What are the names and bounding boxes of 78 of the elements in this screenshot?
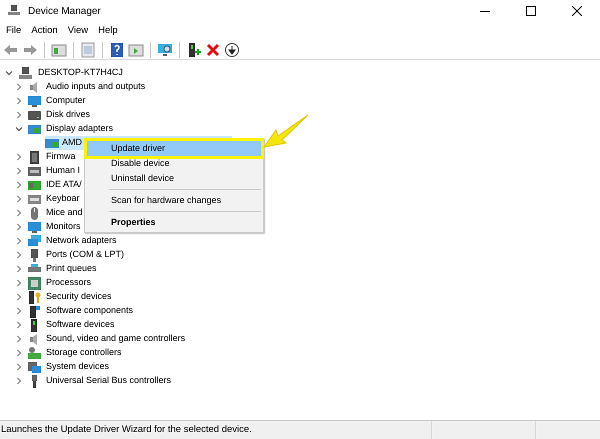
monitor-icon [27, 94, 42, 108]
tree-item[interactable]: Print queues [46, 262, 97, 276]
maximize-icon [526, 6, 536, 16]
chevron-right-icon[interactable] [15, 307, 23, 315]
tree-item[interactable]: Monitors [46, 220, 81, 234]
minimize-icon [480, 10, 490, 12]
storage-icon [27, 346, 42, 360]
tree-item[interactable]: Software components [46, 304, 134, 318]
chevron-right-icon[interactable] [15, 209, 23, 217]
tree-item[interactable]: Ports (COM & LPT) [46, 248, 124, 262]
computer-icon [18, 66, 33, 80]
tree-item[interactable]: Firmwa [46, 150, 76, 164]
menu-item[interactable]: Uninstall device [87, 171, 261, 186]
chevron-right-icon[interactable] [15, 363, 23, 371]
tree-item[interactable]: Human I [46, 164, 80, 178]
menu-item[interactable]: Update driver [87, 141, 261, 156]
tree-item[interactable]: Storage controllers [46, 346, 122, 360]
chevron-right-icon[interactable] [15, 181, 23, 189]
chevron-right-icon[interactable] [15, 321, 23, 329]
panel-icon[interactable] [51, 42, 67, 58]
status-text: Launches the Update Driver Wizard for the selected device. [0, 422, 253, 437]
panel-icon[interactable] [128, 42, 144, 58]
menu-item[interactable]: Scan for hardware changes [87, 193, 261, 208]
tree-item[interactable]: Sound, video and game controllers [46, 332, 186, 346]
tree-item[interactable]: IDE ATA/ [46, 178, 82, 192]
key-icon [27, 290, 42, 304]
chevron-right-icon[interactable] [15, 111, 23, 119]
tree-item[interactable]: Keyboar [46, 192, 80, 206]
menu-item[interactable]: Disable device [87, 156, 261, 171]
chevron-right-icon[interactable] [15, 251, 23, 259]
tree-item[interactable]: Security devices [46, 290, 112, 304]
chevron-right-icon[interactable] [15, 349, 23, 357]
tower-icon [27, 304, 42, 318]
help-icon[interactable] [109, 42, 125, 58]
monitor-icon [27, 220, 42, 234]
tree-item[interactable]: Display adapters [46, 122, 114, 136]
chevron-right-icon[interactable] [15, 195, 23, 203]
menu-item[interactable]: File [2, 24, 26, 38]
monitor-icon[interactable] [157, 42, 173, 58]
display-card-icon [45, 136, 60, 150]
delete-icon[interactable] [205, 42, 221, 58]
window-title: Device Manager [28, 4, 101, 18]
tree-item[interactable]: Software devices [46, 318, 115, 332]
chevron-right-icon[interactable] [15, 83, 23, 91]
chevron-right-icon[interactable] [15, 279, 23, 287]
chevron-right-icon[interactable] [15, 265, 23, 273]
network-icon [27, 234, 42, 248]
chevron-right-icon[interactable] [15, 237, 23, 245]
tree-item[interactable]: Disk drives [46, 108, 90, 122]
tree-item[interactable]: Universal Serial Bus controllers [46, 374, 172, 388]
tree-item[interactable]: Computer [46, 94, 86, 108]
menu-item[interactable]: Help [94, 24, 122, 38]
download-circle-icon[interactable] [224, 42, 240, 58]
tree-item[interactable]: Network adapters [46, 234, 117, 248]
chevron-right-icon[interactable] [15, 223, 23, 231]
computer-icon [7, 4, 21, 18]
close-icon [572, 6, 582, 16]
chevron-right-icon[interactable] [15, 293, 23, 301]
chevron-right-icon[interactable] [15, 167, 23, 175]
chevron-down-icon[interactable] [5, 69, 13, 77]
add-device-icon[interactable] [186, 42, 202, 58]
chevron-right-icon[interactable] [15, 335, 23, 343]
menu-item[interactable]: Properties [87, 215, 261, 230]
chip-icon [27, 150, 42, 164]
chevron-right-icon[interactable] [15, 377, 23, 385]
grid-icon[interactable] [80, 42, 96, 58]
tree-item[interactable]: Mice and [46, 206, 83, 220]
processor-icon [27, 276, 42, 290]
tree-item[interactable]: DESKTOP-KT7H4CJ [38, 66, 123, 80]
tree-item[interactable]: Processors [46, 276, 92, 290]
tree-item[interactable]: System devices [46, 360, 110, 374]
system-icon [27, 360, 42, 374]
chevron-right-icon[interactable] [15, 97, 23, 105]
menu-item[interactable]: View [64, 24, 92, 38]
chevron-down-icon[interactable] [15, 125, 23, 133]
menu-item[interactable]: Action [27, 24, 62, 38]
chevron-right-icon[interactable] [15, 153, 23, 161]
tree-item[interactable]: Audio inputs and outputs [46, 80, 146, 94]
